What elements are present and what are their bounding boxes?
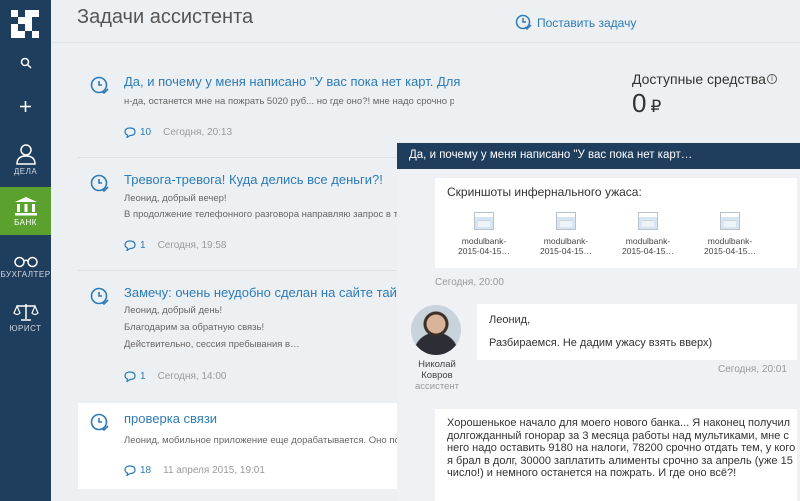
sidebar-item-label: БУХГАЛТЕР (0, 270, 51, 279)
sidebar-item-label: ЮРИСТ (9, 324, 42, 333)
image-file-icon (474, 212, 494, 230)
comment-icon (124, 127, 136, 138)
task-meta: 1 Сегодня, 19:58 (124, 240, 226, 251)
reply-line: Разбираемся. Не дадим ужасу взять вверх) (489, 337, 713, 349)
task-time: Сегодня, 19:58 (157, 240, 227, 251)
image-file-icon (556, 212, 576, 230)
author-last-name: Ковров (421, 370, 453, 381)
message-text: Хорошенькое начало для моего нового банк… (447, 417, 796, 479)
task-title[interactable]: Да, и почему у меня написано "У вас пока… (124, 74, 464, 89)
task-item[interactable]: Да, и почему у меня написано "У вас пока… (78, 66, 464, 146)
glasses-icon (13, 256, 38, 268)
task-divider (78, 157, 398, 158)
scales-icon (12, 304, 39, 321)
task-clock-icon (90, 174, 109, 193)
attachment-file[interactable]: modulbank- 2015-04-15… (615, 212, 681, 256)
page-title: Задачи ассистента (77, 6, 254, 28)
file-name: modulbank- (543, 236, 589, 246)
sidebar-item-tasks[interactable]: ДЕЛА (0, 140, 51, 180)
file-name: 2015-04-15… (540, 246, 592, 256)
currency-symbol: ₽ (650, 97, 662, 116)
sidebar-item-label: ДЕЛА (13, 167, 38, 176)
bank-icon (14, 197, 37, 216)
task-meta: 18 11 апреля 2015, 19:01 (124, 465, 265, 476)
chat-title: Да, и почему у меня написано "У вас пока… (397, 143, 800, 169)
sidebar-item-lawyer[interactable]: ЮРИСТ (0, 302, 51, 338)
task-item[interactable]: Тревога-тревога! Куда делись все деньги?… (78, 164, 438, 264)
search-icon (20, 57, 32, 69)
file-name: 2015-04-15… (458, 246, 510, 256)
chat-message-user: Хорошенькое начало для моего нового банк… (435, 409, 797, 501)
comment-count: 1 (140, 240, 146, 251)
comment-icon (124, 465, 136, 476)
funds-amount: 0 (632, 88, 647, 118)
info-icon[interactable]: i (767, 74, 777, 84)
image-file-icon (638, 212, 658, 230)
comment-count: 1 (140, 371, 146, 382)
file-name: modulbank- (707, 236, 753, 246)
logo-icon[interactable] (11, 10, 39, 38)
file-name: 2015-04-15… (622, 246, 674, 256)
funds-value: 0 ₽ (632, 88, 661, 119)
message-time: Сегодня, 20:00 (435, 277, 504, 288)
sidebar-search-button[interactable] (0, 57, 51, 77)
file-name: modulbank- (461, 236, 507, 246)
attachment-file[interactable]: modulbank- 2015-04-15… (451, 212, 517, 256)
file-name: modulbank- (625, 236, 671, 246)
task-preview: н-да, останется мне на пожрать 5020 руб.… (124, 96, 454, 107)
header-divider (51, 42, 800, 43)
task-clock-icon (90, 287, 109, 306)
task-time: Сегодня, 14:00 (157, 371, 227, 382)
person-icon (15, 144, 36, 165)
task-clock-icon (90, 76, 109, 95)
task-meta: 10 Сегодня, 20:13 (124, 127, 232, 138)
chat-panel: Да, и почему у меня написано "У вас пока… (397, 143, 800, 501)
file-name: 2015-04-15… (704, 246, 756, 256)
comment-count: 18 (140, 465, 152, 476)
sidebar-item-label: БАНК (14, 218, 37, 227)
attachment-file[interactable]: modulbank- 2015-04-15… (533, 212, 599, 256)
sidebar-item-accountant[interactable]: БУХГАЛТЕР (0, 250, 51, 286)
author-info: Николай Ковров ассистент (405, 359, 469, 392)
message-time: Сегодня, 20:01 (718, 364, 787, 375)
sidebar: ДЕЛА БАНК БУХГАЛТЕР ЮРИСТ (0, 0, 51, 501)
chat-message-reply: Леонид, Разбираемся. Не дадим ужасу взят… (477, 304, 797, 360)
image-file-icon (720, 212, 740, 230)
task-divider (78, 270, 398, 271)
set-task-label: Поставить задачу (537, 15, 637, 30)
plus-icon (20, 101, 31, 112)
task-item[interactable]: Замечу: очень неудобно сделан на сайте т… (78, 277, 441, 387)
sidebar-item-bank[interactable]: БАНК (0, 187, 51, 235)
funds-label: Доступные средства (632, 71, 766, 87)
chat-message-screenshots: Скриншоты инфернального ужаса: modulbank… (435, 178, 797, 268)
attachment-file[interactable]: modulbank- 2015-04-15… (697, 212, 763, 256)
task-time: 11 апреля 2015, 19:01 (163, 465, 265, 476)
task-time: Сегодня, 20:13 (163, 127, 233, 138)
comment-icon (124, 371, 136, 382)
author-role: ассистент (415, 381, 459, 392)
reply-line: Леонид, (489, 314, 531, 326)
task-clock-icon (90, 413, 109, 432)
comment-icon (124, 240, 136, 251)
author-first-name: Николай (418, 359, 456, 370)
set-task-button[interactable]: Поставить задачу (515, 14, 636, 31)
screenshots-title: Скриншоты инфернального ужаса: (447, 185, 642, 199)
sidebar-add-button[interactable] (0, 100, 51, 120)
avatar (411, 305, 461, 355)
task-clock-icon (515, 14, 532, 31)
task-meta: 1 Сегодня, 14:00 (124, 371, 226, 382)
comment-count: 10 (140, 127, 152, 138)
task-item[interactable]: проверка связи Леонид, мобильное приложе… (78, 403, 438, 489)
